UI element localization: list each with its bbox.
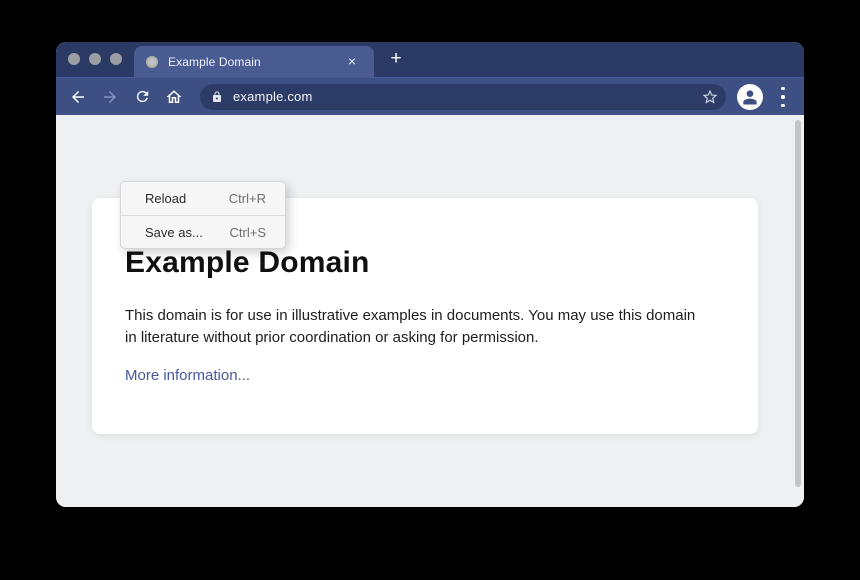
window-maximize-button[interactable] — [110, 53, 122, 65]
favicon-globe-icon — [146, 56, 158, 68]
scrollbar-thumb[interactable] — [795, 120, 801, 487]
browser-menu-button[interactable] — [779, 87, 787, 107]
lock-icon[interactable] — [211, 91, 223, 103]
reload-button[interactable] — [130, 85, 154, 109]
profile-avatar-button[interactable] — [737, 84, 763, 110]
bookmark-star-button[interactable] — [701, 88, 719, 111]
forward-button[interactable] — [98, 85, 122, 109]
reload-icon — [134, 88, 151, 105]
address-bar[interactable]: example.com — [200, 84, 726, 110]
forward-arrow-icon — [101, 88, 119, 106]
page-paragraph: This domain is for use in illustrative e… — [125, 305, 709, 349]
page-viewport: Example Domain This domain is for use in… — [56, 115, 804, 507]
back-button[interactable] — [66, 85, 90, 109]
context-menu: Reload Ctrl+R Save as... Ctrl+S — [120, 181, 286, 249]
browser-window: Example Domain × + example.com — [56, 42, 804, 507]
back-arrow-icon — [69, 88, 87, 106]
person-icon — [740, 87, 760, 107]
home-button[interactable] — [162, 85, 186, 109]
menu-item-label: Reload — [145, 191, 186, 206]
tab-strip: Example Domain × + — [56, 42, 804, 77]
menu-item-shortcut: Ctrl+S — [230, 225, 266, 240]
url-text: example.com — [233, 89, 313, 104]
window-minimize-button[interactable] — [89, 53, 101, 65]
menu-item-reload[interactable]: Reload Ctrl+R — [121, 182, 285, 215]
browser-tab[interactable]: Example Domain × — [134, 46, 374, 77]
home-icon — [165, 88, 183, 106]
window-controls — [68, 53, 122, 65]
more-information-link[interactable]: More information... — [125, 367, 250, 384]
star-icon — [701, 88, 719, 106]
tab-close-icon[interactable]: × — [344, 53, 360, 69]
browser-toolbar: example.com — [56, 77, 804, 115]
menu-item-shortcut: Ctrl+R — [229, 191, 266, 206]
tab-title: Example Domain — [168, 55, 261, 69]
menu-item-save-as[interactable]: Save as... Ctrl+S — [121, 215, 285, 248]
page-heading: Example Domain — [125, 246, 370, 280]
menu-item-label: Save as... — [145, 225, 203, 240]
new-tab-button[interactable]: + — [386, 49, 406, 69]
window-close-button[interactable] — [68, 53, 80, 65]
